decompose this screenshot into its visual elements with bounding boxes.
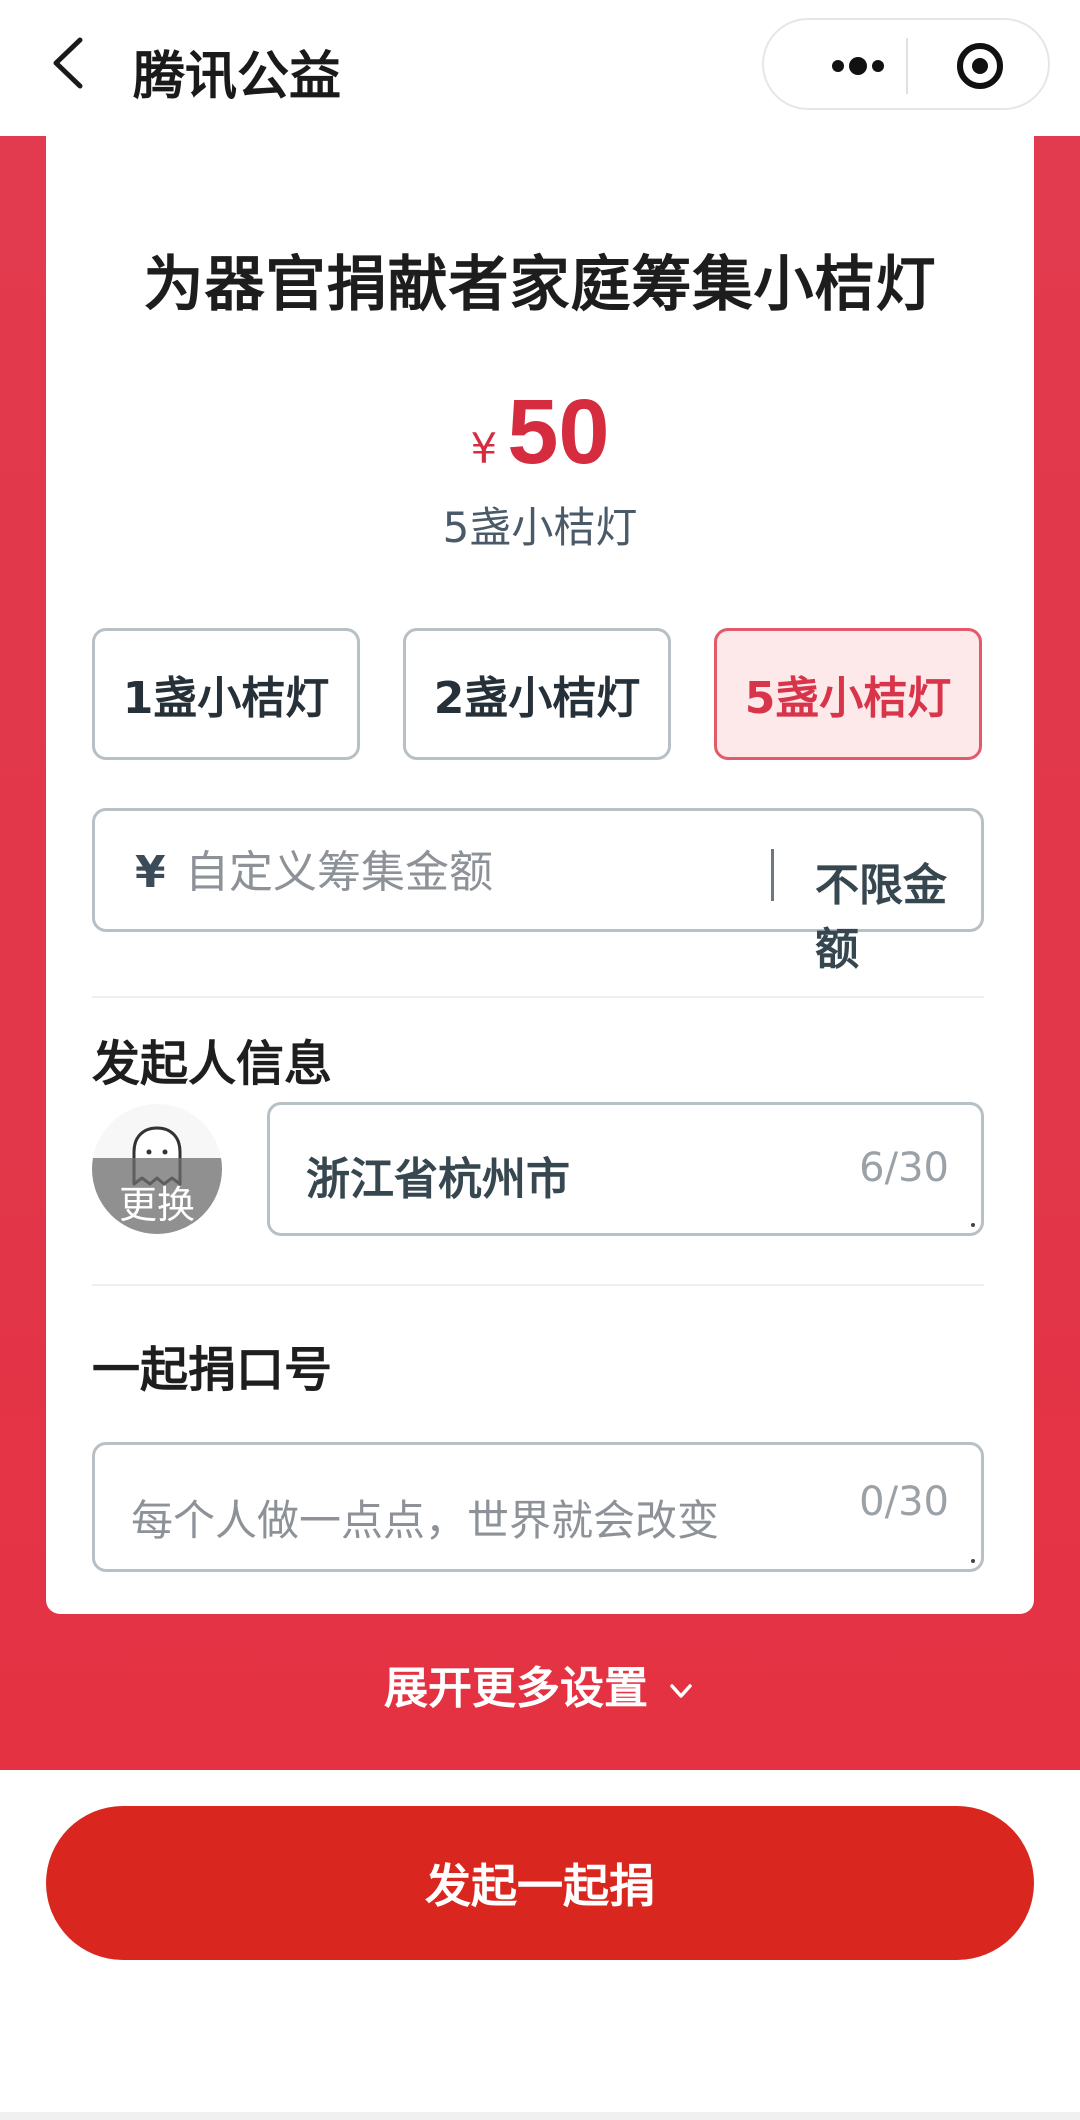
target-icon	[957, 43, 1003, 89]
section-divider	[92, 1284, 984, 1286]
currency-symbol: ¥	[470, 424, 498, 473]
expand-label: 展开更多设置	[384, 1663, 648, 1714]
capsule-divider	[906, 38, 908, 94]
field-divider	[771, 849, 774, 901]
page-title: 腾讯公益	[133, 47, 342, 107]
currency-symbol: ¥	[135, 847, 166, 898]
unlimited-amount-button[interactable]: 不限金额	[815, 849, 981, 977]
more-button[interactable]	[804, 46, 914, 86]
back-button[interactable]	[40, 28, 100, 98]
start-donation-button[interactable]: 发起一起捐	[46, 1806, 1034, 1960]
section-divider	[92, 996, 984, 998]
bottom-strip	[0, 2112, 1080, 2120]
amount-value: 50	[507, 381, 610, 483]
amount-description: 5盏小桔灯	[442, 503, 638, 552]
selected-amount: ¥50	[46, 380, 1034, 485]
slogan-section-title: 一起捐口号	[92, 1342, 333, 1398]
campaign-title: 为器官捐献者家庭筹集小桔灯	[143, 250, 937, 320]
slogan-placeholder: 每个人做一点点，世界就会改变	[131, 1496, 720, 1545]
option-2-lamps[interactable]: 2盏小桔灯	[403, 628, 671, 760]
custom-amount-field: ¥ 不限金额	[92, 808, 984, 975]
donation-form-card: 为器官捐献者家庭筹集小桔灯 ¥50 5盏小桔灯 1盏小桔灯 2盏小桔灯 5盏小桔…	[46, 136, 1034, 1614]
option-5-lamps[interactable]: 5盏小桔灯	[714, 628, 982, 760]
initiator-section-title: 发起人信息	[92, 1036, 333, 1092]
change-avatar-label: 更换	[118, 1183, 195, 1227]
custom-amount-input[interactable]	[183, 839, 707, 905]
avatar[interactable]: 更换	[92, 1104, 222, 1234]
option-1-lamp[interactable]: 1盏小桔灯	[92, 628, 360, 760]
more-dots-icon	[832, 57, 884, 75]
slogan-textarea[interactable]: 每个人做一点点，世界就会改变 0/30	[92, 1442, 984, 1572]
navigation-bar: 腾讯公益	[0, 0, 1080, 136]
miniprogram-capsule	[762, 18, 1050, 110]
close-miniprogram-button[interactable]	[954, 40, 1006, 92]
resize-handle-icon	[971, 1559, 975, 1563]
resize-handle-icon	[971, 1223, 975, 1227]
character-counter: 6/30	[859, 1145, 949, 1191]
initiator-name-value: 浙江省杭州市	[306, 1154, 570, 1205]
character-counter: 0/30	[859, 1479, 949, 1525]
initiator-name-field[interactable]: 浙江省杭州市 6/30	[267, 1102, 984, 1236]
expand-more-settings[interactable]: 展开更多设置	[0, 1652, 1080, 1716]
chevron-down-icon	[670, 1684, 692, 1698]
chevron-left-icon	[53, 37, 83, 89]
